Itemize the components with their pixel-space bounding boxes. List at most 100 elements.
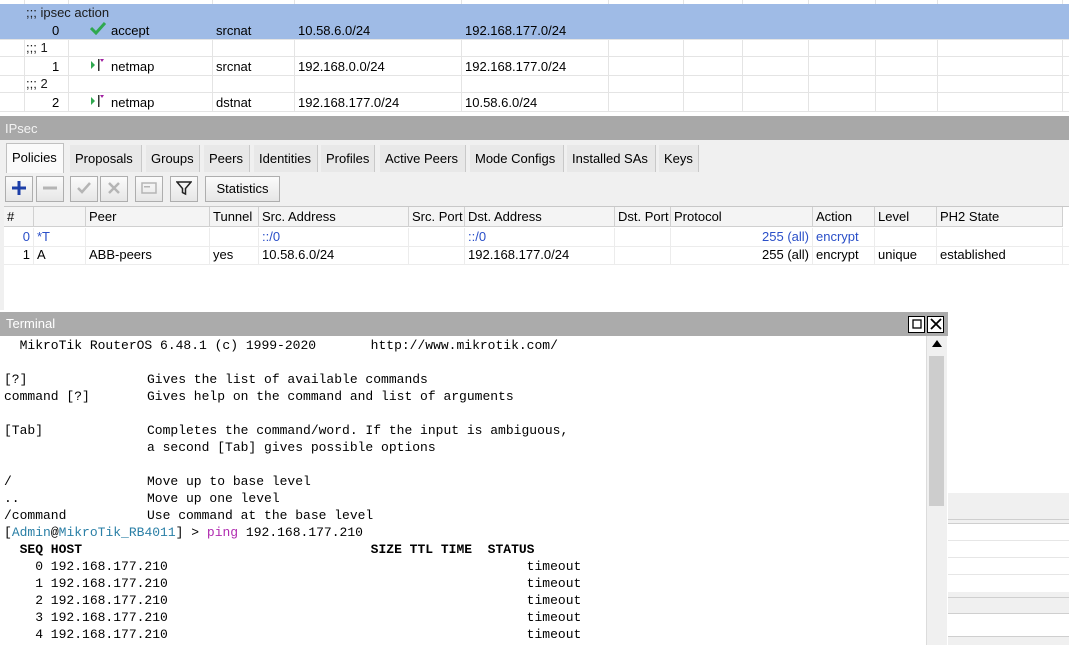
- nat-comment-row[interactable]: ;;; 2: [0, 75, 1069, 93]
- nat-chain: dstnat: [216, 95, 252, 110]
- tab-policies[interactable]: Policies: [6, 143, 64, 173]
- filter-icon: [175, 180, 193, 199]
- tab-identities[interactable]: Identities: [254, 145, 318, 172]
- policy-dst-address: 192.168.177.0/24: [465, 246, 615, 264]
- policy-peer: [86, 228, 210, 246]
- column-header[interactable]: Level: [875, 207, 937, 227]
- nat-rule-number: 0: [52, 23, 60, 38]
- column-header[interactable]: Peer: [86, 207, 210, 227]
- prompt-user: Admin: [11, 525, 51, 540]
- scrollbar-thumb[interactable]: [929, 356, 944, 506]
- netmap-icon: [90, 94, 106, 112]
- arrow-up-icon[interactable]: [929, 338, 944, 353]
- terminal-output[interactable]: MikroTik RouterOS 6.48.1 (c) 1999-2020 h…: [0, 336, 926, 645]
- help-key: /: [4, 474, 12, 489]
- terminal-title: Terminal: [6, 316, 56, 331]
- column-header[interactable]: PH2 State: [937, 207, 1063, 227]
- enable-button[interactable]: [70, 176, 98, 202]
- table-row[interactable]: 1 A ABB-peers yes 10.58.6.0/24 192.168.1…: [4, 246, 1069, 265]
- policy-ph2-state: [937, 228, 1063, 246]
- note-icon: [141, 181, 157, 198]
- prompt-host: MikroTik_RB4011: [58, 525, 176, 540]
- policy-level: unique: [875, 246, 937, 264]
- policy-flags: *T: [34, 228, 86, 246]
- policy-src-address: ::/0: [259, 228, 409, 246]
- nat-comment: ;;; 2: [26, 76, 48, 91]
- tab-profiles[interactable]: Profiles: [321, 145, 375, 172]
- tab-active-peers[interactable]: Active Peers: [380, 145, 466, 172]
- policy-protocol: 255 (all): [671, 228, 813, 246]
- policy-action: encrypt: [813, 246, 875, 264]
- nat-rule-row[interactable]: 0 accept srcnat 10.58.6.0/24 192.168.177…: [0, 21, 1069, 40]
- help-desc: Move up to base level: [147, 474, 311, 489]
- help-key: /command: [4, 508, 67, 523]
- policy-action: encrypt: [813, 228, 875, 246]
- help-desc: Gives help on the command and list of ar…: [147, 389, 514, 404]
- terminal-scrollbar[interactable]: [926, 336, 947, 645]
- policy-src-port: [409, 246, 465, 264]
- nat-action: accept: [111, 23, 150, 38]
- ping-row: 2 192.168.177.210 timeout: [4, 593, 582, 608]
- policy-src-address: 10.58.6.0/24: [259, 246, 409, 264]
- nat-dst-address: 192.168.177.0/24: [465, 23, 567, 38]
- policy-dst-port: [615, 228, 671, 246]
- terminal-prompt-line: [Admin@MikroTik_RB4011] > ping 192.168.1…: [4, 524, 363, 541]
- restore-icon[interactable]: [908, 316, 925, 333]
- column-header[interactable]: [34, 207, 86, 227]
- close-icon[interactable]: [927, 316, 944, 333]
- policy-number: 0: [4, 228, 34, 246]
- add-button[interactable]: [5, 176, 33, 202]
- netmap-icon: [90, 58, 106, 76]
- policy-ph2-state: established: [937, 246, 1063, 264]
- help-key: command [?]: [4, 389, 90, 404]
- table-row[interactable]: 0 *T ::/0 ::/0 255 (all) encrypt: [4, 228, 1069, 247]
- nat-action: netmap: [111, 95, 155, 110]
- nat-comment: ;;; 1: [26, 40, 48, 55]
- statistics-button[interactable]: Statistics: [205, 176, 280, 202]
- column-header[interactable]: Dst. Address: [465, 207, 615, 227]
- nat-dst-address: 10.58.6.0/24: [465, 95, 538, 110]
- column-header[interactable]: Src. Address: [259, 207, 409, 227]
- policy-tunnel: [210, 228, 259, 246]
- nat-src-address: 192.168.177.0/24: [298, 95, 400, 110]
- help-key: [?]: [4, 372, 28, 387]
- policy-dst-port: [615, 246, 671, 264]
- tab-keys[interactable]: Keys: [659, 145, 699, 172]
- prompt-args: 192.168.177.210: [238, 525, 363, 540]
- column-header[interactable]: Dst. Port: [615, 207, 671, 227]
- nat-chain: srcnat: [216, 23, 252, 38]
- remove-button[interactable]: [36, 176, 64, 202]
- tab-proposals[interactable]: Proposals: [70, 145, 142, 172]
- tab-mode-configs[interactable]: Mode Configs: [470, 145, 564, 172]
- nat-comment-row[interactable]: ;;; 1: [0, 39, 1069, 57]
- nat-rule-row[interactable]: 1 netmap srcnat 192.168.0.0/24 192.168.1…: [0, 57, 1069, 76]
- prompt-bracket: [: [4, 525, 12, 540]
- nat-rule-row[interactable]: 2 netmap dstnat 192.168.177.0/24 10.58.6…: [0, 93, 1069, 112]
- disable-button[interactable]: [100, 176, 128, 202]
- ping-row: 4 192.168.177.210 timeout: [4, 627, 582, 642]
- policy-level: [875, 228, 937, 246]
- tab-installed-sas[interactable]: Installed SAs: [567, 145, 656, 172]
- filter-button[interactable]: [170, 176, 198, 202]
- prompt-close: ] >: [175, 525, 207, 540]
- help-key: ..: [4, 491, 20, 506]
- terminal-title-bar[interactable]: Terminal: [0, 312, 948, 336]
- column-header[interactable]: Src. Port: [409, 207, 465, 227]
- nat-src-address: 192.168.0.0/24: [298, 59, 385, 74]
- column-header[interactable]: #: [4, 207, 34, 227]
- nat-comment-row[interactable]: ;;; ipsec action: [0, 4, 1069, 22]
- ipsec-window-title[interactable]: IPsec: [0, 116, 1069, 140]
- ping-header: SEQ HOST SIZE TTL TIME STATUS: [4, 542, 535, 557]
- tab-peers[interactable]: Peers: [204, 145, 250, 172]
- help-desc: Use command at the base level: [147, 508, 374, 523]
- column-header[interactable]: Action: [813, 207, 875, 227]
- minus-icon: [43, 181, 57, 198]
- column-header[interactable]: Protocol: [671, 207, 813, 227]
- policy-number: 1: [4, 246, 34, 264]
- background-field: [948, 613, 1069, 637]
- column-header[interactable]: Tunnel: [210, 207, 259, 227]
- tab-groups[interactable]: Groups: [146, 145, 200, 172]
- policy-flags: A: [34, 246, 86, 264]
- comment-button[interactable]: [135, 176, 163, 202]
- policy-peer: ABB-peers: [86, 246, 210, 264]
